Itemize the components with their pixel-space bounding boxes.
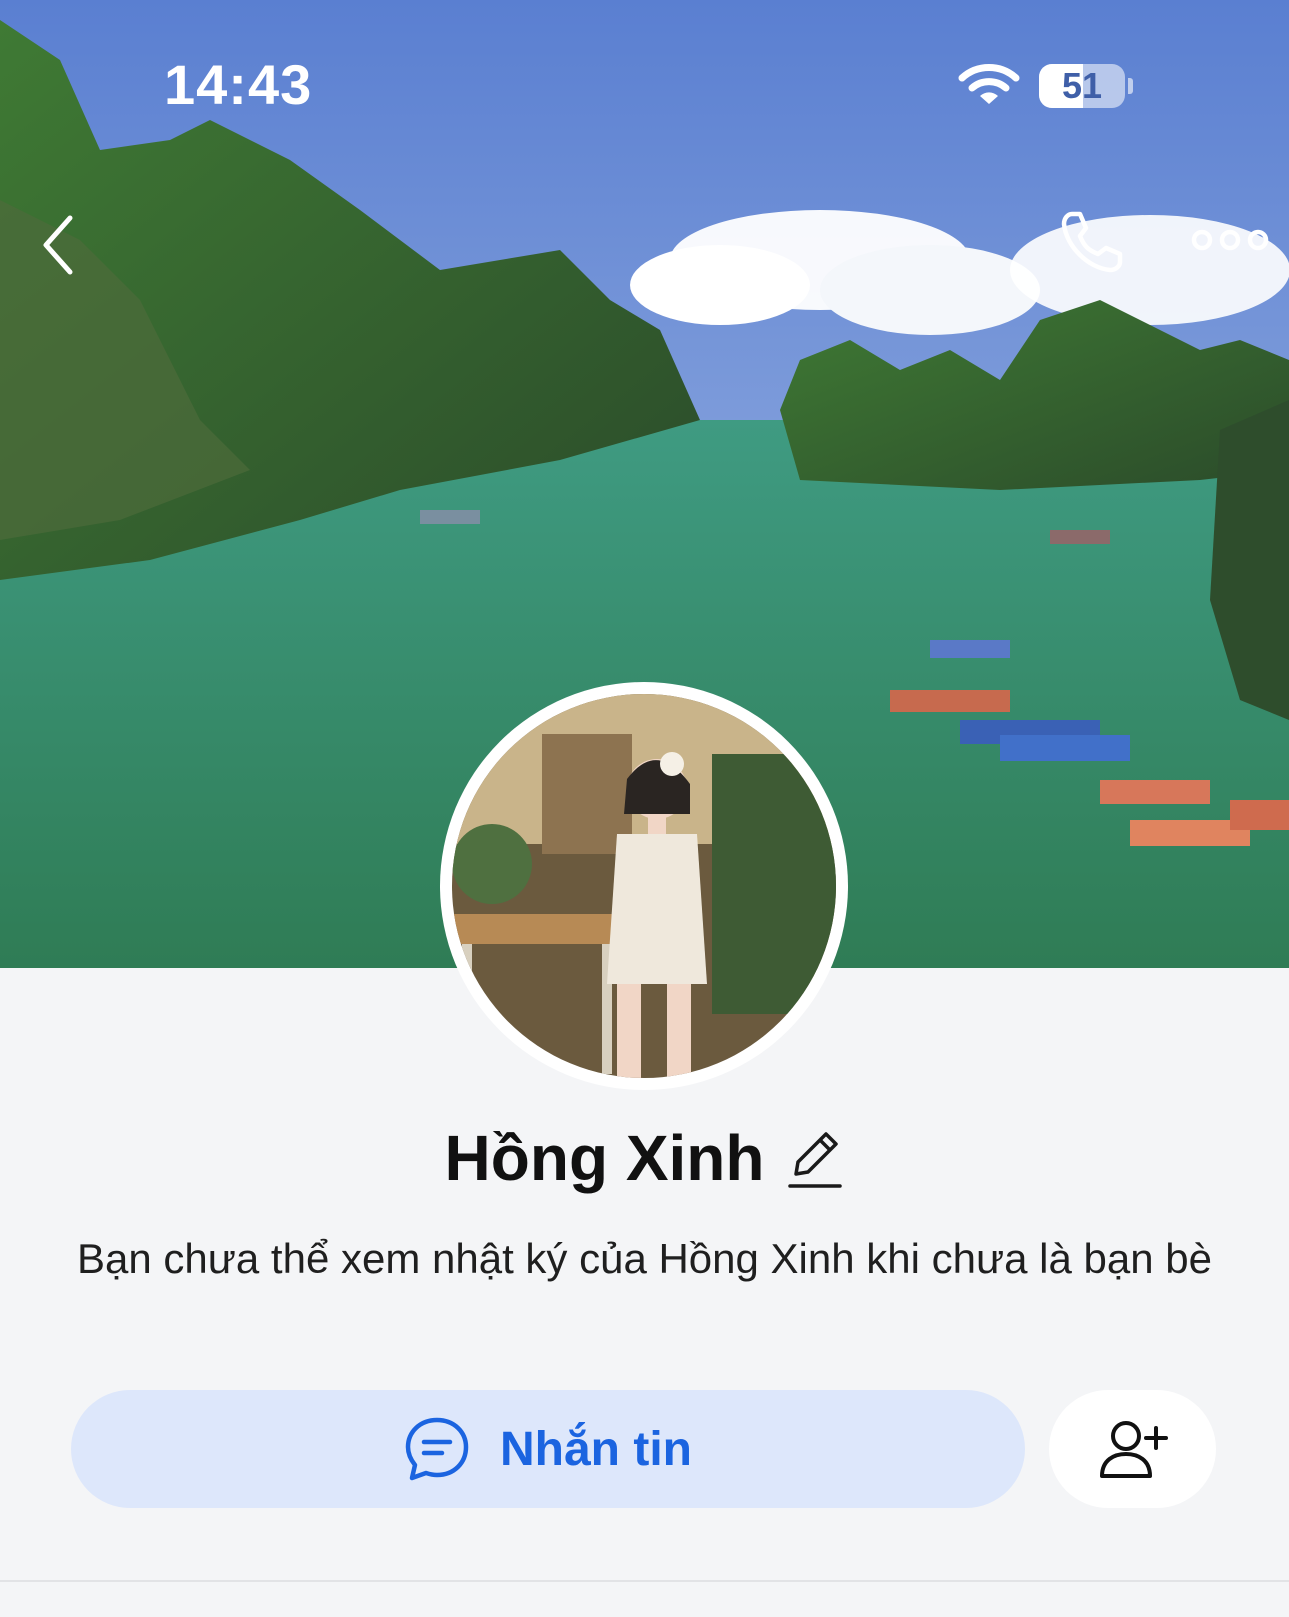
- battery-level: 51: [1061, 65, 1103, 106]
- status-time: 14:43: [164, 53, 313, 116]
- add-friend-icon: [1099, 1421, 1168, 1478]
- profile-name-row: Hồng Xinh: [0, 1118, 1289, 1198]
- avatar-photo: [452, 694, 836, 1078]
- avatar-image: [452, 694, 836, 1078]
- chevron-left-icon[interactable]: [38, 210, 78, 280]
- battery-body: 51: [1039, 64, 1125, 108]
- pencil-icon[interactable]: [786, 1126, 844, 1190]
- message-button-label: Nhắn tin: [500, 1422, 692, 1476]
- profile-screen: 14:43 51 Hồng Xinh Bạn chưa thể xem nhật…: [0, 0, 1289, 1617]
- avatar[interactable]: [440, 682, 848, 1090]
- section-divider: [0, 1580, 1289, 1582]
- phone-icon[interactable]: [1058, 208, 1126, 276]
- more-options-icon[interactable]: [1190, 222, 1270, 258]
- message-button[interactable]: Nhắn tin: [71, 1390, 1025, 1508]
- privacy-notice: Bạn chưa thể xem nhật ký của Hồng Xinh k…: [77, 1235, 1212, 1282]
- chat-bubble-icon: [405, 1417, 469, 1481]
- wifi-icon: [958, 64, 1020, 104]
- add-friend-button[interactable]: [1049, 1390, 1216, 1508]
- battery-tip: [1128, 78, 1133, 94]
- profile-name: Hồng Xinh: [444, 1122, 765, 1194]
- battery-indicator: 51: [1039, 64, 1133, 108]
